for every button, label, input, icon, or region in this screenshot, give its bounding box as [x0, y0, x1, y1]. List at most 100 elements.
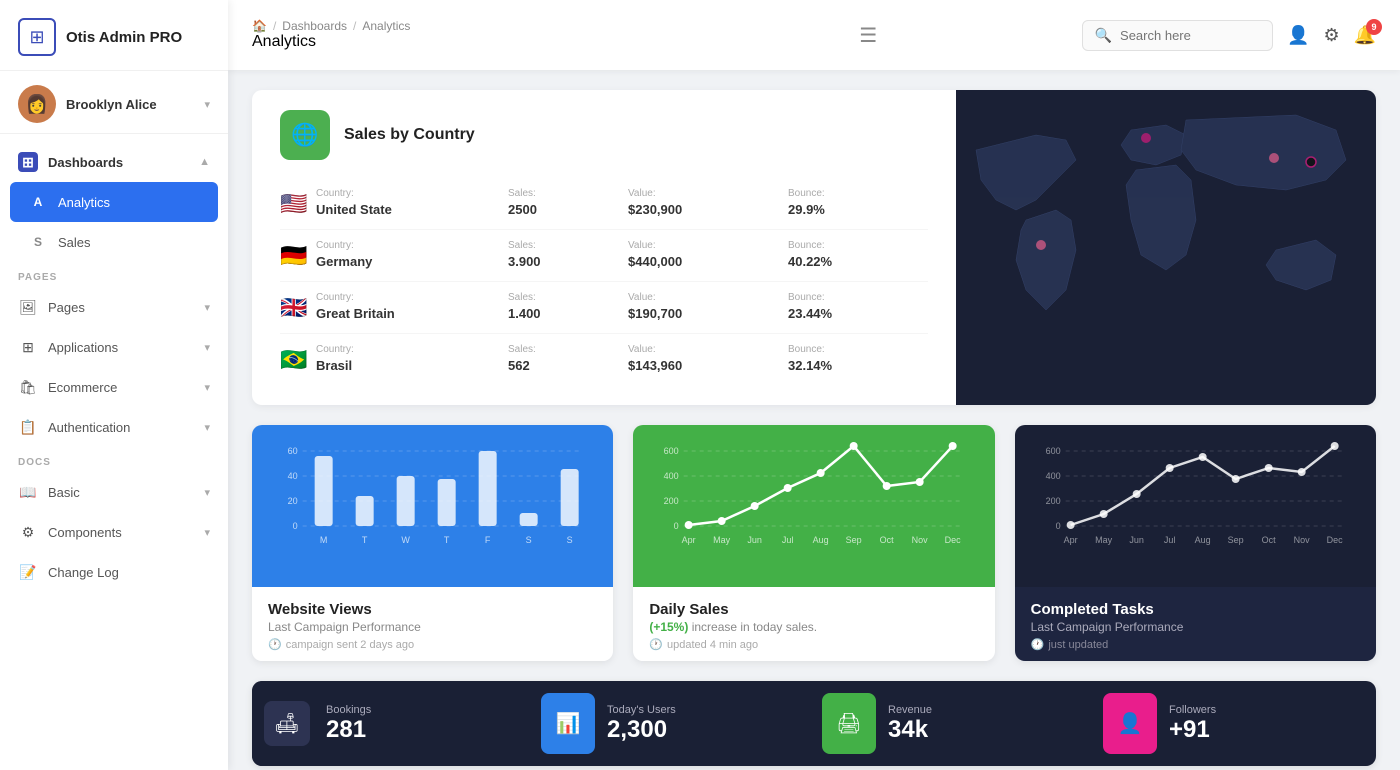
- svg-text:200: 200: [1045, 496, 1060, 506]
- value-col: Value: $190,700: [628, 292, 788, 323]
- flag-de: 🇩🇪: [280, 243, 316, 269]
- sidebar-user[interactable]: 👩 Brooklyn Alice ▾: [0, 71, 228, 134]
- table-row: 🇧🇷 Country: Brasil Sales: 562 Value: $14…: [280, 334, 928, 385]
- svg-text:60: 60: [288, 446, 298, 456]
- value-col: Value: $230,900: [628, 188, 788, 219]
- notification-badge: 9: [1366, 19, 1382, 35]
- followers-icon: 👤: [1118, 711, 1143, 736]
- completed-tasks-title: Completed Tasks: [1031, 601, 1360, 618]
- sidebar-item-analytics[interactable]: A Analytics: [10, 182, 218, 222]
- sidebar-nav: ⊞ Dashboards ▲ A Analytics S Sales PAGES…: [0, 134, 228, 770]
- country-col: Country: Great Britain: [316, 292, 508, 323]
- authentication-chevron: ▾: [204, 421, 210, 434]
- daily-sales-info: Daily Sales (+15%) increase in today sal…: [633, 587, 994, 661]
- settings-button[interactable]: ⚙: [1323, 25, 1339, 46]
- line-chart-sales: 600 400 200 0: [649, 441, 978, 571]
- svg-text:600: 600: [664, 446, 679, 456]
- svg-text:0: 0: [674, 521, 679, 531]
- svg-text:Jun: Jun: [1129, 535, 1144, 545]
- basic-icon: 📖: [18, 482, 38, 502]
- sidebar-item-changelog[interactable]: 📝 Change Log: [0, 552, 228, 592]
- pages-section-label: PAGES: [0, 262, 228, 287]
- flag-gb: 🇬🇧: [280, 295, 316, 321]
- svg-text:Dec: Dec: [1326, 535, 1343, 545]
- sidebar-item-sales[interactable]: S Sales: [0, 222, 228, 262]
- sales-globe-icon: 🌐: [280, 110, 330, 160]
- menu-toggle-button[interactable]: ☰: [855, 19, 881, 52]
- chevron-down-icon: ▾: [204, 98, 210, 111]
- sales-by-country-card: 🌐 Sales by Country 🇺🇸 Country: United St…: [252, 90, 1376, 405]
- changelog-label: Change Log: [48, 565, 119, 580]
- sales-col: Sales: 3.900: [508, 240, 628, 271]
- revenue-data: Revenue 34k: [884, 681, 1095, 766]
- website-views-title: Website Views: [268, 601, 597, 618]
- country-col: Country: Germany: [316, 240, 508, 271]
- clock-icon: 🕐: [1031, 638, 1045, 651]
- completed-tasks-chart-area: 600 400 200 0 Apr: [1015, 425, 1376, 587]
- svg-text:Apr: Apr: [1063, 535, 1077, 545]
- revenue-icon: 🖨: [836, 711, 861, 736]
- ecommerce-label: Ecommerce: [48, 380, 117, 395]
- completed-tasks-meta: 🕐 just updated: [1031, 638, 1360, 651]
- components-icon: ⚙: [18, 522, 38, 542]
- bookings-data: Bookings 281: [322, 681, 533, 766]
- search-input[interactable]: [1120, 28, 1260, 43]
- website-views-chart-area: 60 40 20 0 M T: [252, 425, 613, 587]
- notifications-button[interactable]: 🔔 9: [1354, 25, 1376, 46]
- components-chevron: ▾: [204, 526, 210, 539]
- world-map-svg: [956, 90, 1376, 370]
- sidebar-item-applications[interactable]: ⊞ Applications ▾: [0, 327, 228, 367]
- search-box[interactable]: 🔍: [1082, 20, 1273, 51]
- completed-tasks-card: 600 400 200 0 Apr: [1015, 425, 1376, 661]
- sales-col: Sales: 562: [508, 344, 628, 375]
- daily-sales-meta: 🕐 updated 4 min ago: [649, 638, 978, 651]
- basic-label: Basic: [48, 485, 80, 500]
- flag-us: 🇺🇸: [280, 191, 316, 217]
- sidebar-item-authentication[interactable]: 📋 Authentication ▾: [0, 407, 228, 447]
- svg-text:May: May: [1095, 535, 1113, 545]
- sidebar-item-basic[interactable]: 📖 Basic ▾: [0, 472, 228, 512]
- svg-text:Aug: Aug: [1194, 535, 1210, 545]
- breadcrumb-current: Analytics: [362, 19, 410, 33]
- svg-text:Oct: Oct: [880, 535, 895, 545]
- stats-row: 🛋 Bookings 281 📊 Today's Users 2,300 🖨 R…: [252, 681, 1376, 766]
- svg-text:0: 0: [1055, 521, 1060, 531]
- breadcrumb-area: 🏠 / Dashboards / Analytics Analytics: [252, 19, 655, 51]
- daily-sales-subtitle: (+15%) increase in today sales.: [649, 620, 978, 634]
- sales-letter: S: [28, 232, 48, 252]
- app-name: Otis Admin PRO: [66, 29, 182, 46]
- ecommerce-icon: 🛍: [18, 377, 38, 397]
- breadcrumb-dashboards[interactable]: Dashboards: [282, 19, 347, 33]
- svg-text:T: T: [444, 535, 450, 545]
- svg-text:Oct: Oct: [1261, 535, 1276, 545]
- country-col: Country: United State: [316, 188, 508, 219]
- followers-label: Followers: [1169, 704, 1368, 716]
- svg-text:200: 200: [664, 496, 679, 506]
- sidebar-item-components[interactable]: ⚙ Components ▾: [0, 512, 228, 552]
- svg-text:0: 0: [293, 521, 298, 531]
- daily-sales-chart-area: 600 400 200 0: [633, 425, 994, 587]
- pages-chevron: ▾: [204, 301, 210, 314]
- clock-icon: 🕐: [649, 638, 663, 651]
- authentication-icon: 📋: [18, 417, 38, 437]
- svg-text:May: May: [713, 535, 731, 545]
- table-row: 🇬🇧 Country: Great Britain Sales: 1.400 V…: [280, 282, 928, 334]
- user-profile-button[interactable]: 👤: [1287, 25, 1309, 46]
- sidebar-item-pages[interactable]: 🖼 Pages ▾: [0, 287, 228, 327]
- sales-col: Sales: 2500: [508, 188, 628, 219]
- sidebar-item-ecommerce[interactable]: 🛍 Ecommerce ▾: [0, 367, 228, 407]
- followers-value: +91: [1169, 716, 1368, 744]
- svg-text:600: 600: [1045, 446, 1060, 456]
- completed-tasks-info: Completed Tasks Last Campaign Performanc…: [1015, 587, 1376, 661]
- revenue-label: Revenue: [888, 704, 1087, 716]
- breadcrumb: 🏠 / Dashboards / Analytics: [252, 19, 655, 33]
- basic-chevron: ▾: [204, 486, 210, 499]
- sales-label: Sales: [58, 235, 91, 250]
- sidebar-item-dashboards[interactable]: ⊞ Dashboards ▲: [0, 142, 228, 182]
- page-title: Analytics: [252, 33, 316, 50]
- country-table: 🇺🇸 Country: United State Sales: 2500 Val…: [280, 178, 928, 385]
- analytics-label: Analytics: [58, 195, 110, 210]
- bounce-col: Bounce: 32.14%: [788, 344, 928, 375]
- sidebar: ⊞ Otis Admin PRO 👩 Brooklyn Alice ▾ ⊞ Da…: [0, 0, 228, 770]
- sales-header: 🌐 Sales by Country: [280, 110, 928, 160]
